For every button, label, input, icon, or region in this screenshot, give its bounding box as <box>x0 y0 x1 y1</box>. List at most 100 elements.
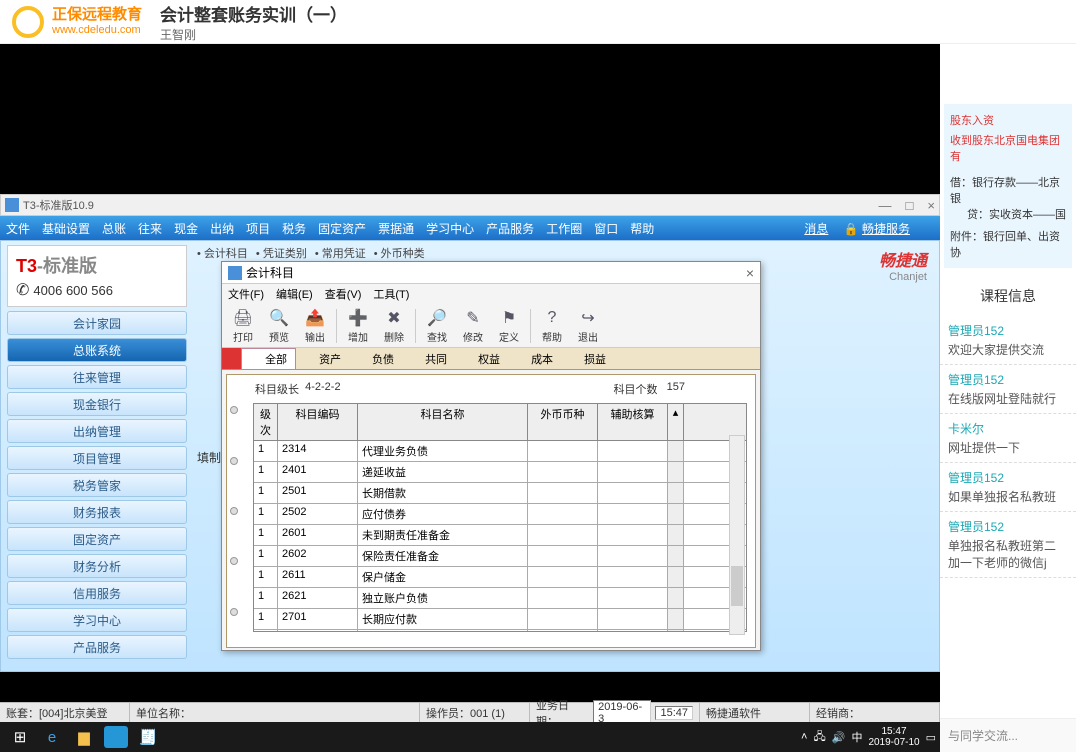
toolbar-查找[interactable]: 🔎查找 <box>420 307 454 344</box>
page-header: 正保远程教育 www.cdeledu.com 会计整套账务实训（一） 王智刚 <box>0 0 1076 44</box>
phone-number: 4006 600 566 <box>33 283 113 298</box>
chat-user: 管理员152 <box>948 518 1068 535</box>
toolbar-预览[interactable]: 🔍预览 <box>262 307 296 344</box>
menu-item[interactable]: 文件 <box>6 220 30 237</box>
app-taskbar-icon[interactable]: 🧾 <box>132 724 164 750</box>
note-credit: 贷：实收资本——国 <box>950 206 1066 222</box>
nav-item[interactable]: 财务分析 <box>7 554 187 578</box>
category-tabs: 全部资产负债共同权益成本损益 <box>222 348 760 370</box>
toolbar-输出[interactable]: 📤输出 <box>298 307 332 344</box>
table-row[interactable]: 12621独立账户负债 <box>254 588 746 609</box>
cloud-icon[interactable] <box>100 724 132 750</box>
chat-user: 管理员152 <box>948 322 1068 339</box>
menu-item[interactable]: 工作圈 <box>546 220 582 237</box>
close-button[interactable]: × <box>927 198 935 213</box>
maximize-button[interactable]: □ <box>906 198 914 213</box>
edge-icon[interactable]: e <box>36 724 68 750</box>
toolbar-删除[interactable]: ✖删除 <box>377 307 411 344</box>
course-title: 会计整套账务实训（一） <box>160 1 347 26</box>
minimize-button[interactable]: — <box>879 198 892 213</box>
sb-time-input[interactable]: 15:47 <box>655 706 693 720</box>
menu-item[interactable]: 学习中心 <box>426 220 474 237</box>
nav-item[interactable]: 项目管理 <box>7 446 187 470</box>
cat-icon <box>357 353 369 365</box>
toolbar-帮助[interactable]: ?帮助 <box>535 307 569 344</box>
tray-network-icon[interactable]: 🖧 <box>813 728 825 747</box>
dlg-menu-item[interactable]: 工具(T) <box>373 286 409 302</box>
table-row[interactable]: 12602保险责任准备金 <box>254 546 746 567</box>
menu-item[interactable]: 固定资产 <box>318 220 366 237</box>
tray-notification-icon[interactable]: ▭ <box>926 731 936 744</box>
cat-tab[interactable]: 成本 <box>508 348 561 369</box>
nav-item[interactable]: 会计家园 <box>7 311 187 335</box>
top-tab[interactable]: • 会计科目 <box>197 245 248 261</box>
toolbar-定义[interactable]: ⚑定义 <box>492 307 526 344</box>
top-tab[interactable]: • 外币种类 <box>374 245 425 261</box>
table-row[interactable]: 12401递延收益 <box>254 462 746 483</box>
menu-item[interactable]: 产品服务 <box>486 220 534 237</box>
cat-icon <box>410 353 422 365</box>
menu-item[interactable]: 税务 <box>282 220 306 237</box>
nav-item[interactable]: 财务报表 <box>7 500 187 524</box>
dlg-menu-item[interactable]: 编辑(E) <box>276 286 313 302</box>
grid-scrollbar[interactable] <box>729 435 745 635</box>
dlg-menu-item[interactable]: 查看(V) <box>325 286 362 302</box>
menu-item[interactable]: 帮助 <box>630 220 654 237</box>
menu-item[interactable]: 出纳 <box>210 220 234 237</box>
toolbar-修改[interactable]: ✎修改 <box>456 307 490 344</box>
chat-item: 管理员152在线版网址登陆就行 <box>940 365 1076 414</box>
table-row[interactable]: 12501长期借款 <box>254 483 746 504</box>
svc-link[interactable]: 畅捷服务 <box>862 222 910 236</box>
dialog-close-button[interactable]: × <box>746 265 754 281</box>
tray-ime-icon[interactable]: 中 <box>851 729 862 745</box>
nav-item[interactable]: 现金银行 <box>7 392 187 416</box>
cat-tab[interactable]: 负债 <box>349 348 402 369</box>
table-row[interactable]: 12701长期应付款 <box>254 609 746 630</box>
table-row[interactable]: 12314代理业务负债 <box>254 441 746 462</box>
toolbar-打印[interactable]: 🖨打印 <box>226 307 260 344</box>
video-area: T3-标准版10.9 — □ × 文件基础设置总账往来现金出纳项目税务固定资产票… <box>0 44 940 752</box>
menu-item[interactable]: 总账 <box>102 220 126 237</box>
nav-item[interactable]: 信用服务 <box>7 581 187 605</box>
nav-item[interactable]: 出纳管理 <box>7 419 187 443</box>
col-level: 级次 <box>254 404 278 440</box>
taskbar-clock[interactable]: 15:47 2019-07-10 <box>868 726 919 748</box>
menu-item[interactable]: 票据通 <box>378 220 414 237</box>
chat-text: 单独报名私教班第二加一下老师的微信j <box>948 537 1068 571</box>
toolbar-增加[interactable]: ➕增加 <box>341 307 375 344</box>
table-row[interactable]: 12611保户储金 <box>254 567 746 588</box>
scroll-up-button[interactable]: ▴ <box>668 404 684 440</box>
menu-item[interactable]: 项目 <box>246 220 270 237</box>
cat-tab[interactable]: 全部 <box>241 348 296 369</box>
menu-item[interactable]: 往来 <box>138 220 162 237</box>
nav-item[interactable]: 税务管家 <box>7 473 187 497</box>
dlg-menu-item[interactable]: 文件(F) <box>228 286 264 302</box>
accounts-grid: 级次 科目编码 科目名称 外币币种 辅助核算 ▴ 12314代理业务负债1240… <box>253 403 747 632</box>
cat-tab[interactable]: 损益 <box>561 348 614 369</box>
msg-link[interactable]: 消息 <box>804 222 828 236</box>
table-row[interactable]: 12601未到期责任准备金 <box>254 525 746 546</box>
tray-volume-icon[interactable]: 🔊 <box>832 731 846 744</box>
top-tab[interactable]: • 常用凭证 <box>315 245 366 261</box>
note-card: 股东入资 收到股东北京国电集团有 借：银行存款——北京银 贷：实收资本——国 附… <box>944 104 1072 268</box>
chat-input[interactable]: 与同学交流... <box>940 718 1076 752</box>
toolbar-icon: 📤 <box>298 307 332 329</box>
explorer-icon[interactable]: ▆ <box>68 724 100 750</box>
menu-item[interactable]: 现金 <box>174 220 198 237</box>
cat-tab[interactable]: 权益 <box>455 348 508 369</box>
table-row[interactable]: 12702未确认融资费用 <box>254 630 746 631</box>
toolbar-退出[interactable]: ↪退出 <box>571 307 605 344</box>
cat-tab[interactable]: 资产 <box>296 348 349 369</box>
nav-item[interactable]: 固定资产 <box>7 527 187 551</box>
nav-item[interactable]: 学习中心 <box>7 608 187 632</box>
nav-item[interactable]: 往来管理 <box>7 365 187 389</box>
menu-item[interactable]: 窗口 <box>594 220 618 237</box>
top-tab[interactable]: • 凭证类别 <box>256 245 307 261</box>
nav-item[interactable]: 总账系统 <box>7 338 187 362</box>
cat-tab[interactable]: 共同 <box>402 348 455 369</box>
table-row[interactable]: 12502应付债券 <box>254 504 746 525</box>
nav-item[interactable]: 产品服务 <box>7 635 187 659</box>
menu-item[interactable]: 基础设置 <box>42 220 90 237</box>
start-button[interactable]: ⊞ <box>4 724 36 750</box>
tray-up-icon[interactable]: ˄ <box>801 731 807 743</box>
